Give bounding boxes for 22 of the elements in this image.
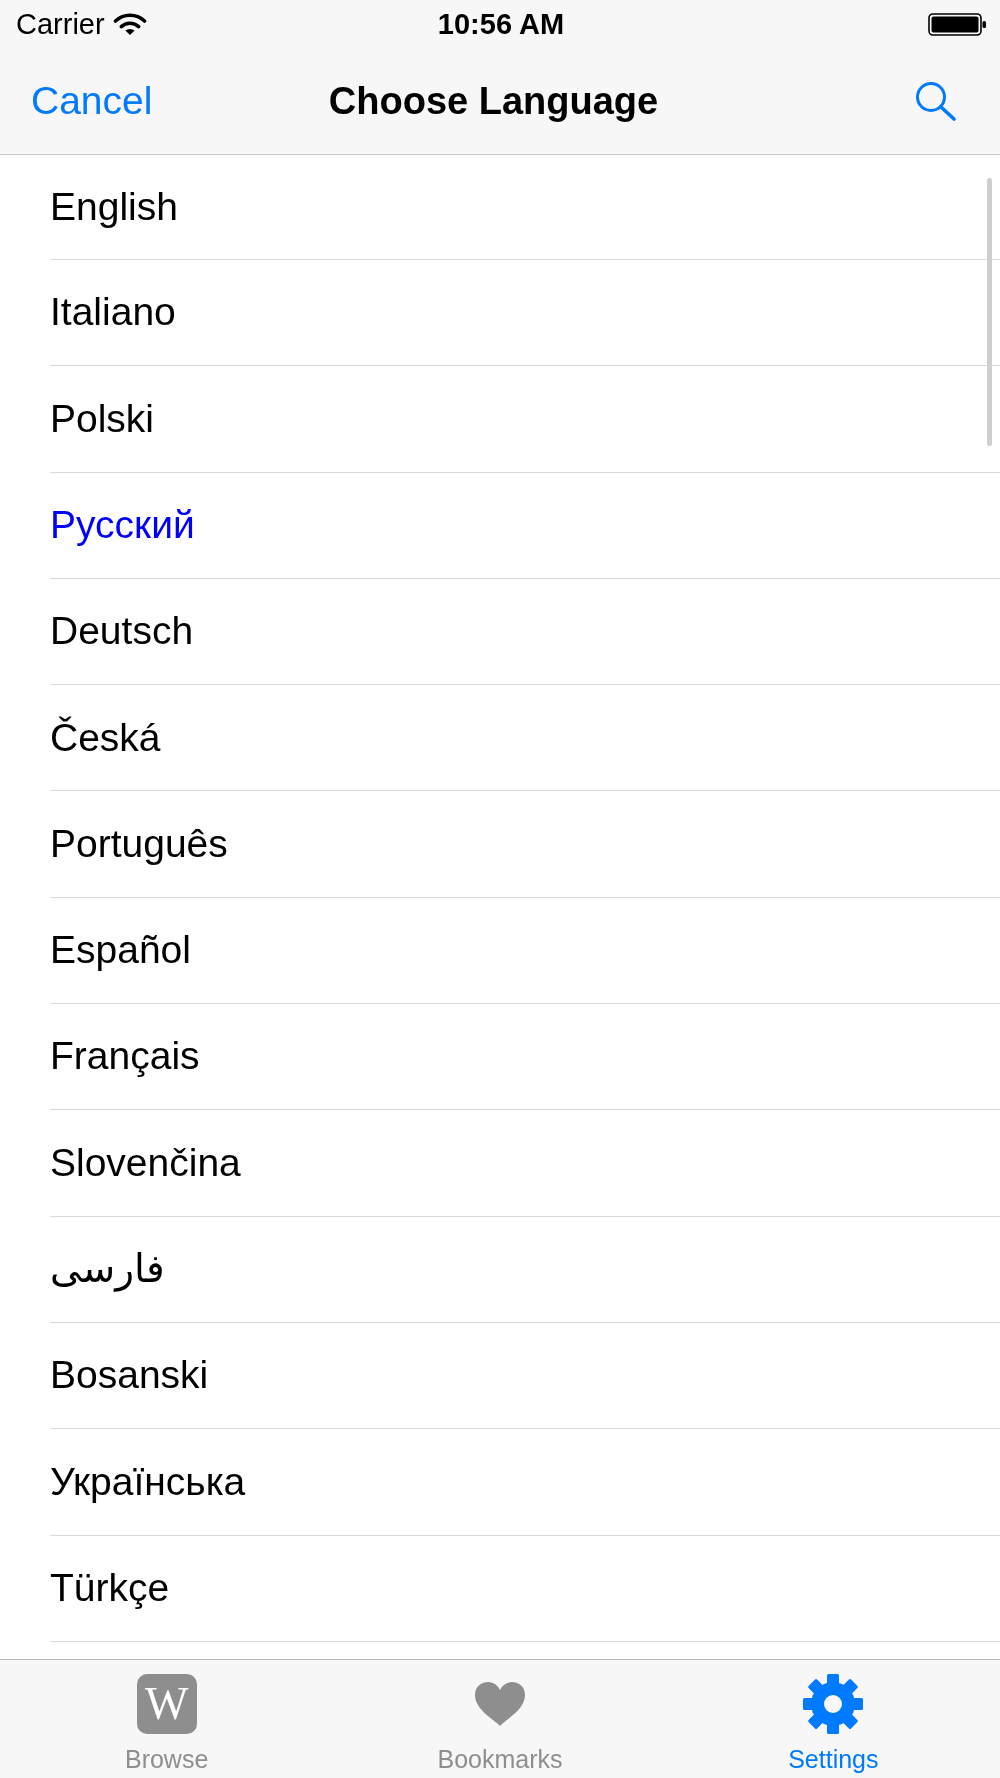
language-option[interactable]: Deutsch <box>50 578 1000 686</box>
carrier-name: Carrier <box>16 7 105 41</box>
language-option[interactable]: Español <box>50 897 1000 1005</box>
w-tile-icon: W <box>136 1674 197 1734</box>
language-option[interactable]: فارسی <box>50 1216 1000 1323</box>
search-icon[interactable] <box>915 81 956 121</box>
clock-time: 10:56 AM <box>437 7 565 41</box>
language-option[interactable]: Türkçe <box>50 1535 1000 1642</box>
language-option[interactable]: Українська <box>50 1429 1000 1536</box>
cancel-button[interactable]: Cancel <box>31 78 153 124</box>
screen-title: Choose Language <box>328 79 659 124</box>
battery-icon <box>928 12 986 36</box>
language-option[interactable]: Bosanski <box>50 1322 1000 1430</box>
language-option[interactable]: Français <box>50 1004 1000 1111</box>
language-option[interactable]: Português <box>50 791 1000 898</box>
heart-icon <box>473 1681 527 1727</box>
language-option[interactable]: Русский <box>50 472 1000 579</box>
gear-icon <box>802 1673 865 1735</box>
tab-bar-item[interactable]: Settings <box>788 1660 879 1778</box>
language-option[interactable]: Slovenčina <box>50 1110 1000 1217</box>
wifi-icon <box>112 12 147 36</box>
language-option[interactable]: Česká <box>50 685 1000 792</box>
